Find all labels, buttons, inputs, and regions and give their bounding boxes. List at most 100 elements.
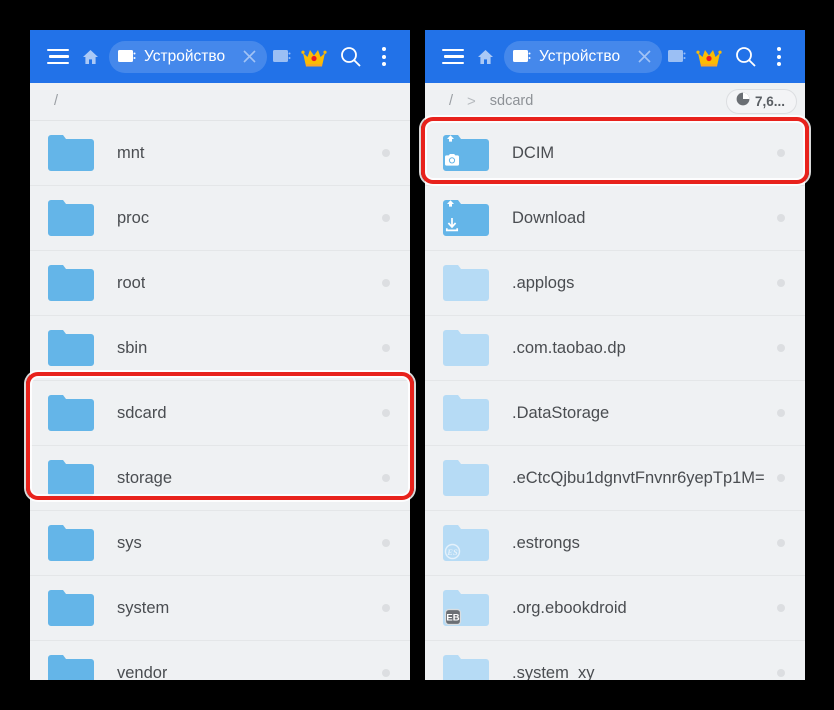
storage-badge-label: 7,6... (754, 94, 785, 109)
list-item[interactable]: sbin (30, 316, 410, 381)
list-item[interactable]: EB .org.ebookdroid (425, 576, 805, 641)
file-name: sbin (117, 338, 148, 357)
row-detail-indicator[interactable] (382, 539, 390, 547)
row-detail-indicator[interactable] (382, 669, 390, 677)
window-tab-icon (513, 49, 532, 64)
folder-icon (442, 393, 490, 433)
breadcrumb-left: / (30, 83, 410, 121)
list-item[interactable]: .eCtcQjbu1dgnvtFnvnr6yepTp1M= (425, 446, 805, 511)
file-name: vendor (117, 663, 168, 681)
row-detail-indicator[interactable] (777, 279, 785, 287)
row-detail-indicator[interactable] (382, 149, 390, 157)
folder-download-icon (442, 198, 490, 238)
new-tab-icon[interactable] (662, 37, 692, 77)
folder-icon (442, 653, 490, 680)
row-detail-indicator[interactable] (777, 604, 785, 612)
list-item-dcim[interactable]: DCIM (425, 121, 805, 186)
toolbar-left: Устройство (30, 30, 410, 83)
breadcrumb-segment-root[interactable]: / (449, 94, 453, 109)
folder-icon (47, 328, 95, 368)
row-detail-indicator[interactable] (382, 474, 390, 482)
folder-es-icon: ES (442, 523, 490, 563)
tab-chip-device[interactable]: Устройство (504, 40, 663, 73)
folder-icon (47, 588, 95, 628)
toolbar-right: Устройство (425, 30, 805, 83)
row-detail-indicator[interactable] (382, 214, 390, 222)
breadcrumb-segment-sdcard[interactable]: sdcard (490, 94, 534, 109)
screenshot-stage: Устройство / mnt proc root sbin sdcard s… (0, 0, 834, 710)
close-icon[interactable] (235, 43, 263, 71)
new-tab-icon[interactable] (267, 37, 297, 77)
list-item-download[interactable]: Download (425, 186, 805, 251)
window-tab-icon (118, 49, 137, 64)
list-item[interactable]: sys (30, 511, 410, 576)
overflow-menu-icon[interactable] (371, 37, 397, 77)
search-icon[interactable] (726, 37, 766, 77)
row-detail-indicator[interactable] (777, 214, 785, 222)
svg-text:ES: ES (446, 547, 458, 557)
storage-badge[interactable]: 7,6... (725, 89, 797, 114)
file-name: .applogs (512, 273, 575, 292)
row-detail-indicator[interactable] (382, 604, 390, 612)
pie-chart-icon (736, 92, 750, 111)
file-name: .eCtcQjbu1dgnvtFnvnr6yepTp1M= (512, 468, 765, 487)
file-name: mnt (117, 143, 145, 162)
file-name: root (117, 273, 146, 292)
list-item-storage[interactable]: storage (30, 446, 410, 511)
hamburger-menu-icon[interactable] (438, 37, 468, 77)
row-detail-indicator[interactable] (777, 409, 785, 417)
file-name: DCIM (512, 143, 555, 162)
file-name: proc (117, 208, 150, 227)
list-item[interactable]: ES .estrongs (425, 511, 805, 576)
folder-icon (47, 263, 95, 303)
folder-eb-icon: EB (442, 588, 490, 628)
row-detail-indicator[interactable] (382, 344, 390, 352)
list-item[interactable]: .applogs (425, 251, 805, 316)
crown-icon[interactable] (297, 37, 331, 77)
breadcrumb-right: / > sdcard 7,6... (425, 83, 805, 121)
home-icon[interactable] (73, 37, 107, 77)
tab-chip-label: Устройство (144, 47, 226, 65)
folder-icon (442, 263, 490, 303)
list-item[interactable]: root (30, 251, 410, 316)
list-item[interactable]: .com.taobao.dp (425, 316, 805, 381)
file-name: sys (117, 533, 142, 552)
file-list-left: mnt proc root sbin sdcard storage sys sy… (30, 121, 410, 680)
list-item[interactable]: .system_xy (425, 641, 805, 680)
list-item[interactable]: proc (30, 186, 410, 251)
file-name: .estrongs (512, 533, 580, 552)
folder-icon (442, 328, 490, 368)
list-item[interactable]: .DataStorage (425, 381, 805, 446)
list-item[interactable]: system (30, 576, 410, 641)
folder-icon (47, 458, 95, 498)
file-list-right: DCIM Download .applogs .com.taobao.dp .D… (425, 121, 805, 680)
row-detail-indicator[interactable] (777, 474, 785, 482)
search-icon[interactable] (331, 37, 371, 77)
file-name: Download (512, 208, 586, 227)
file-manager-panel-left: Устройство / mnt proc root sbin sdcard s… (30, 30, 410, 680)
file-manager-panel-right: Устройство / > sdcard 7,6... DCIM Downlo… (425, 30, 805, 680)
file-name: .DataStorage (512, 403, 610, 422)
close-icon[interactable] (630, 43, 658, 71)
breadcrumb-segment-root[interactable]: / (54, 94, 58, 109)
folder-icon (47, 523, 95, 563)
row-detail-indicator[interactable] (777, 344, 785, 352)
hamburger-menu-icon[interactable] (43, 37, 73, 77)
list-item-sdcard[interactable]: sdcard (30, 381, 410, 446)
row-detail-indicator[interactable] (777, 539, 785, 547)
list-item[interactable]: mnt (30, 121, 410, 186)
row-detail-indicator[interactable] (382, 279, 390, 287)
row-detail-indicator[interactable] (777, 149, 785, 157)
crown-icon[interactable] (692, 37, 726, 77)
home-icon[interactable] (468, 37, 502, 77)
file-name: sdcard (117, 403, 167, 422)
row-detail-indicator[interactable] (382, 409, 390, 417)
list-item[interactable]: vendor (30, 641, 410, 680)
row-detail-indicator[interactable] (777, 669, 785, 677)
overflow-menu-icon[interactable] (766, 37, 792, 77)
folder-icon (47, 133, 95, 173)
file-name: .org.ebookdroid (512, 598, 627, 617)
file-name: .com.taobao.dp (512, 338, 626, 357)
folder-icon (47, 198, 95, 238)
tab-chip-device[interactable]: Устройство (109, 40, 268, 73)
